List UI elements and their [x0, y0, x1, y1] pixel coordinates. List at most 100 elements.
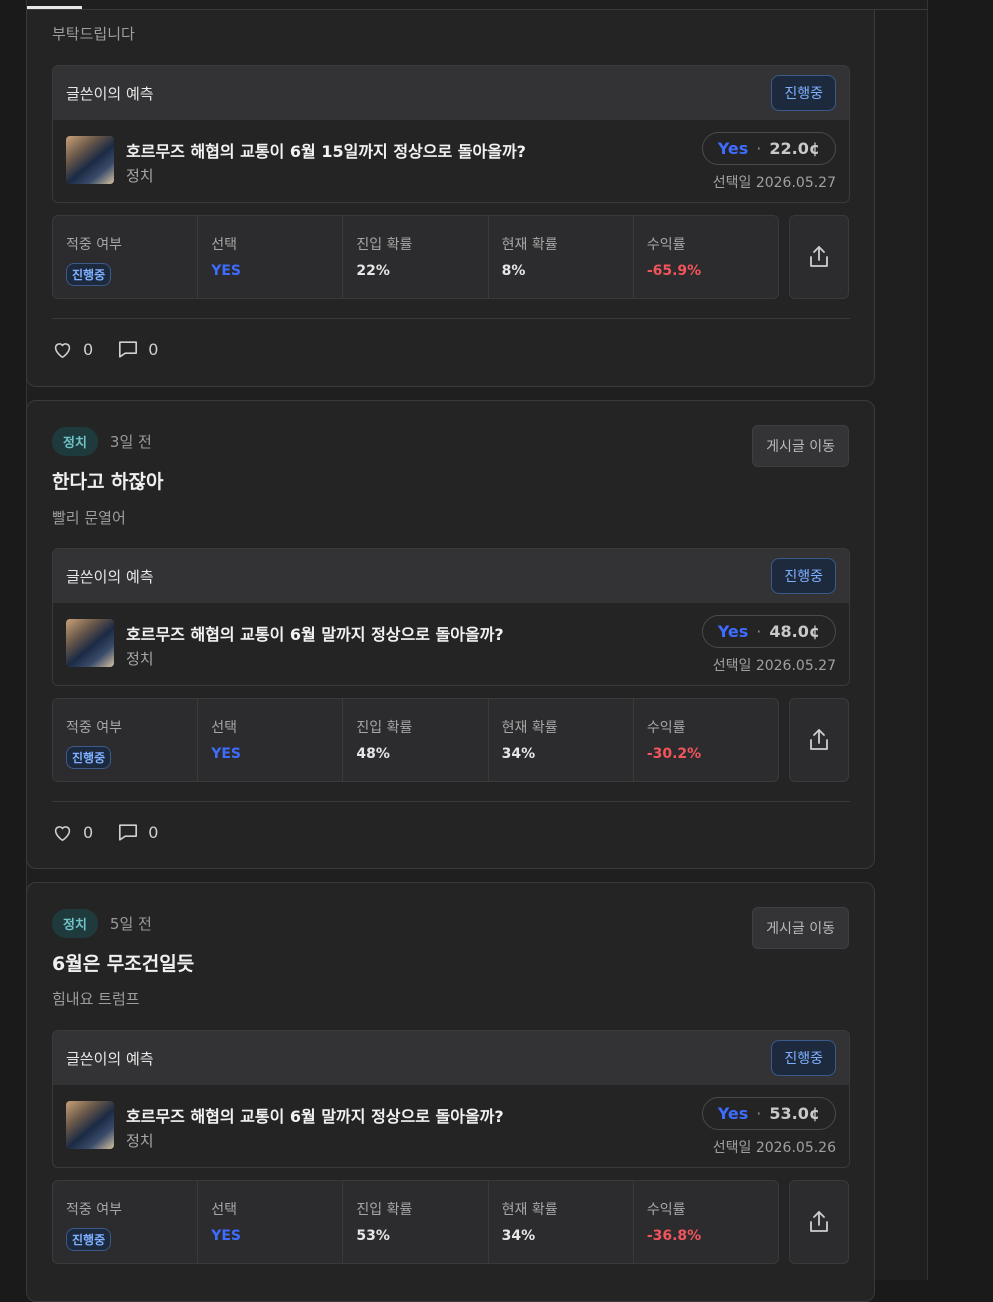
- comment-count: 0: [148, 340, 159, 359]
- prediction-main: 호르무즈 해협의 교통이 6월 말까지 정상으로 돌아올까? 정치 Yes · …: [53, 1085, 849, 1167]
- like-count: 0: [83, 340, 94, 359]
- like-button[interactable]: 0: [52, 340, 93, 359]
- stat-label: 적중 여부: [66, 237, 122, 253]
- divider: [52, 801, 850, 802]
- reactions-bar: 0 0: [52, 823, 173, 842]
- stat-value: YES: [211, 1228, 241, 1244]
- share-button[interactable]: [789, 215, 849, 299]
- stat-value: YES: [211, 746, 241, 762]
- stat-label: 선택: [211, 720, 237, 736]
- prediction-box[interactable]: 글쓴이의 예측 진행중 호르무즈 해협의 교통이 6월 말까지 정상으로 돌아올…: [52, 548, 850, 686]
- category-tag[interactable]: 정치: [52, 427, 98, 456]
- status-badge: 진행중: [771, 1040, 836, 1076]
- stat-return: 수익률 -30.2%: [634, 699, 778, 781]
- stat-label: 수익률: [646, 1202, 686, 1218]
- stat-entry: 진입 확률 22%: [343, 216, 489, 298]
- prediction-box[interactable]: 글쓴이의 예측 진행중 호르무즈 해협의 교통이 6월 말까지 정상으로 돌아올…: [52, 1030, 850, 1168]
- stat-label: 진입 확률: [356, 1202, 413, 1218]
- post-card-1: 부탁드립니다 글쓴이의 예측 진행중 호르무즈 해협의 교통이 6월 15일까지…: [26, 10, 875, 387]
- stat-return: 수익률 -36.8%: [634, 1181, 778, 1263]
- post-time: 5일 전: [109, 915, 152, 933]
- stat-entry: 진입 확률 48%: [343, 699, 489, 781]
- heart-icon: [54, 343, 71, 359]
- choice-price: 48.0¢: [769, 622, 820, 641]
- status-badge: 진행중: [771, 558, 836, 594]
- stat-hit: 적중 여부 진행중: [53, 699, 199, 781]
- stat-label: 현재 확률: [501, 720, 558, 736]
- stat-hit: 적중 여부 진행중: [53, 216, 199, 298]
- market-question[interactable]: 호르무즈 해협의 교통이 6월 말까지 정상으로 돌아올까?: [126, 621, 504, 645]
- market-category: 정치: [126, 1132, 154, 1150]
- stats-box: 적중 여부 진행중 선택 YES 진입 확률 53% 현재 확률 34% 수익률…: [52, 1180, 779, 1264]
- stat-current: 현재 확률 34%: [489, 699, 634, 781]
- hit-status-badge: 진행중: [66, 263, 112, 286]
- hit-status-badge: 진행중: [66, 1228, 112, 1251]
- stat-value: YES: [211, 263, 241, 279]
- prediction-main: 호르무즈 해협의 교통이 6월 말까지 정상으로 돌아올까? 정치 Yes · …: [53, 603, 849, 685]
- stats-box: 적중 여부 진행중 선택 YES 진입 확률 48% 현재 확률 34% 수익률…: [52, 698, 779, 782]
- stat-label: 진입 확률: [356, 237, 413, 253]
- post-body: 힘내요 트럼프: [52, 990, 140, 1008]
- post-time: 3일 전: [109, 433, 152, 451]
- selected-date: 선택일 2026.05.27: [712, 175, 836, 191]
- stat-value: 34%: [501, 1228, 536, 1244]
- share-button[interactable]: [789, 698, 849, 782]
- stat-value: -65.9%: [646, 263, 702, 279]
- stat-value: 34%: [501, 746, 536, 762]
- selected-date: 선택일 2026.05.27: [712, 658, 836, 674]
- stat-choice: 선택 YES: [198, 1181, 344, 1263]
- prediction-header-label: 글쓴이의 예측: [66, 84, 154, 103]
- stat-value: -30.2%: [646, 746, 702, 762]
- post-title[interactable]: 6월은 무조건일듯: [52, 949, 194, 976]
- post-meta: 정치 3일 전: [52, 427, 152, 456]
- selected-date: 선택일 2026.05.26: [712, 1140, 836, 1156]
- choice-outcome: Yes: [717, 139, 749, 158]
- choice-pill: Yes · 53.0¢: [701, 1097, 836, 1130]
- share-icon: [810, 246, 828, 267]
- like-button[interactable]: 0: [52, 823, 93, 842]
- stat-current: 현재 확률 8%: [489, 216, 634, 298]
- goto-post-button[interactable]: 게시글 이동: [752, 425, 849, 467]
- stat-label: 수익률: [646, 237, 686, 253]
- choice-outcome: Yes: [717, 622, 749, 641]
- stat-hit: 적중 여부 진행중: [53, 1181, 199, 1263]
- market-question[interactable]: 호르무즈 해협의 교통이 6월 말까지 정상으로 돌아올까?: [126, 1103, 504, 1127]
- stat-label: 적중 여부: [66, 720, 122, 736]
- divider: [52, 318, 850, 319]
- choice-price: 53.0¢: [769, 1104, 820, 1123]
- market-thumbnail: [66, 619, 114, 667]
- status-badge: 진행중: [771, 75, 836, 111]
- choice-pill: Yes · 48.0¢: [701, 615, 836, 648]
- stat-label: 수익률: [646, 720, 686, 736]
- choice-separator: ·: [756, 622, 762, 641]
- stat-return: 수익률 -65.9%: [634, 216, 778, 298]
- post-card-2: 정치 3일 전 게시글 이동 한다고 하잖아 빨리 문열어 글쓴이의 예측 진행…: [26, 400, 875, 869]
- stat-label: 현재 확률: [501, 1202, 558, 1218]
- stat-label: 선택: [211, 237, 237, 253]
- category-tag[interactable]: 정치: [52, 909, 98, 938]
- post-body: 부탁드립니다: [52, 25, 135, 43]
- post-card-3: 정치 5일 전 게시글 이동 6월은 무조건일듯 힘내요 트럼프 글쓴이의 예측…: [26, 882, 875, 1302]
- stat-current: 현재 확률 34%: [489, 1181, 634, 1263]
- choice-separator: ·: [756, 1104, 762, 1123]
- share-icon: [810, 729, 828, 750]
- share-icon: [810, 1211, 828, 1232]
- stat-value: 8%: [501, 263, 526, 279]
- active-tab-indicator: [27, 6, 82, 9]
- choice-outcome: Yes: [717, 1104, 749, 1123]
- comment-button[interactable]: 0: [118, 340, 158, 359]
- choice-price: 22.0¢: [769, 139, 820, 158]
- heart-icon: [54, 826, 71, 842]
- choice-pill: Yes · 22.0¢: [701, 132, 836, 165]
- stat-value: 22%: [356, 263, 390, 279]
- prediction-header: 글쓴이의 예측 진행중: [53, 1031, 849, 1085]
- prediction-box[interactable]: 글쓴이의 예측 진행중 호르무즈 해협의 교통이 6월 15일까지 정상으로 돌…: [52, 65, 850, 203]
- share-button[interactable]: [789, 1180, 849, 1264]
- market-question[interactable]: 호르무즈 해협의 교통이 6월 15일까지 정상으로 돌아올까?: [126, 138, 526, 162]
- market-category: 정치: [126, 167, 154, 185]
- post-title[interactable]: 한다고 하잖아: [52, 467, 164, 494]
- like-count: 0: [83, 823, 94, 842]
- comment-button[interactable]: 0: [118, 823, 158, 842]
- goto-post-button[interactable]: 게시글 이동: [752, 907, 849, 949]
- stat-label: 현재 확률: [501, 237, 558, 253]
